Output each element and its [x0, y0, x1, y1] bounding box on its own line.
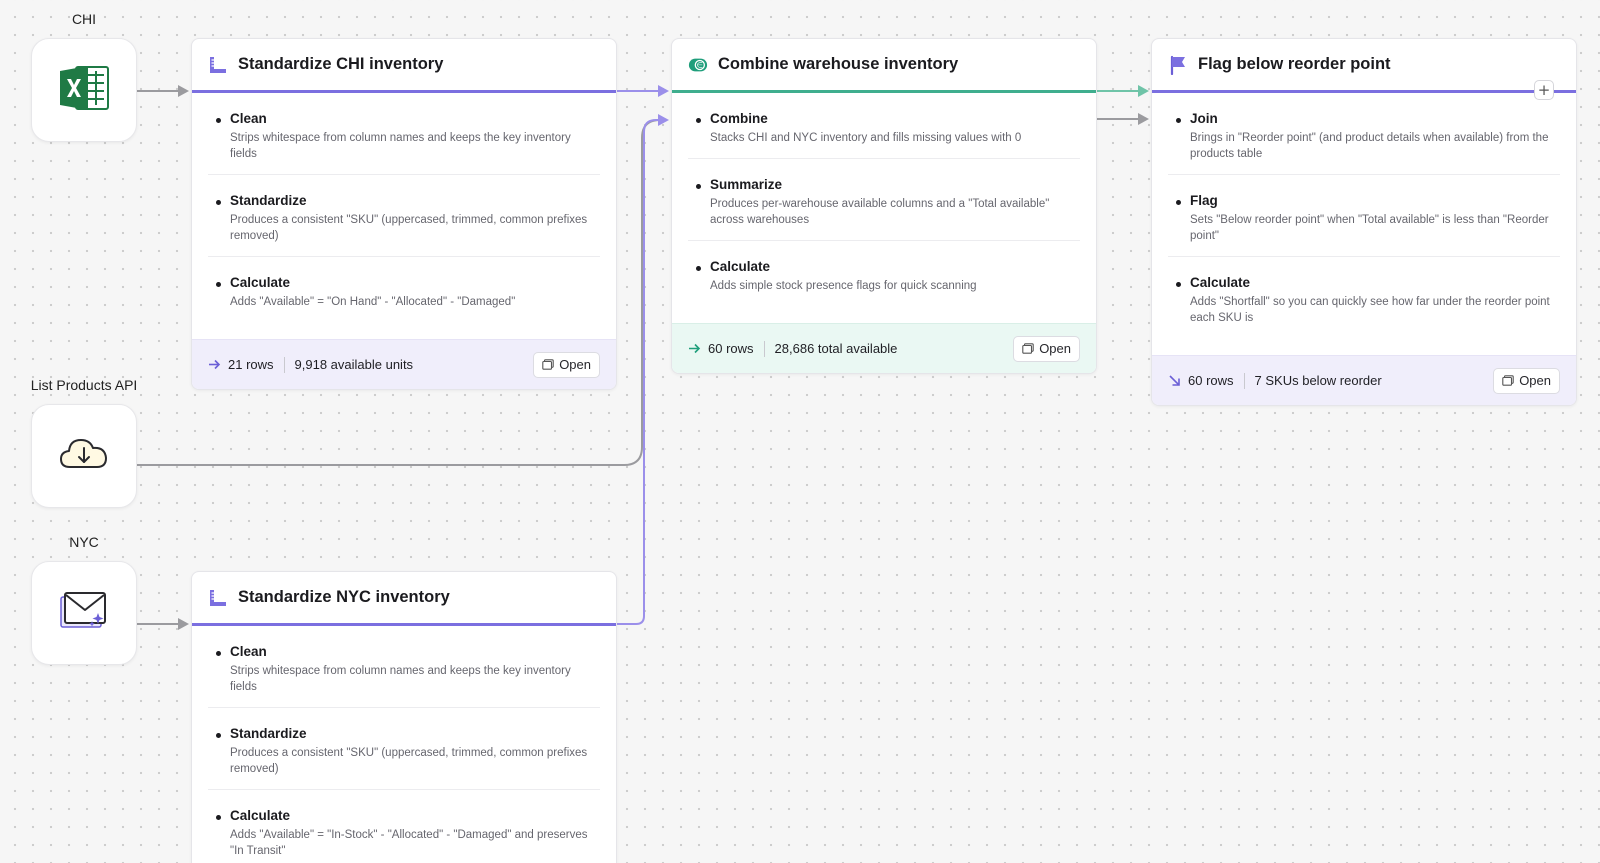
source-tile-api[interactable] — [31, 404, 137, 508]
source-label-chi: CHI — [71, 11, 97, 27]
step-item: Standardize Produces a consistent "SKU" … — [208, 175, 600, 257]
ruler-icon — [208, 588, 228, 608]
card-footer: 60 rows 7 SKUs below reorder Open — [1152, 355, 1576, 405]
connector-arrowhead — [178, 618, 189, 630]
step-title: Flag — [1190, 193, 1218, 208]
step-list: Join Brings in "Reorder point" (and prod… — [1152, 93, 1576, 338]
step-description: Strips whitespace from column names and … — [230, 665, 571, 693]
open-button-label: Open — [559, 357, 591, 372]
card-title: Standardize NYC inventory — [238, 588, 450, 606]
card-footer: 60 rows 28,686 total available Open — [672, 323, 1096, 373]
step-description: Adds simple stock presence flags for qui… — [710, 280, 977, 292]
step-title: Calculate — [230, 275, 291, 290]
open-button[interactable]: Open — [533, 351, 600, 378]
step-title: Standardize — [230, 726, 307, 741]
connector-arrowhead — [658, 114, 669, 126]
step-description: Adds "Available" = "On Hand" - "Allocate… — [230, 296, 516, 308]
step-title: Clean — [230, 644, 267, 659]
step-item: Calculate Adds simple stock presence fla… — [688, 241, 1080, 306]
card-flag-reorder[interactable]: Flag below reorder point Join Brings in … — [1151, 38, 1577, 406]
footer-metric: 9,918 available units — [294, 357, 414, 372]
step-item: Standardize Produces a consistent "SKU" … — [208, 708, 600, 790]
step-description: Strips whitespace from column names and … — [230, 132, 571, 160]
step-item: Join Brings in "Reorder point" (and prod… — [1168, 93, 1560, 175]
step-description: Stacks CHI and NYC inventory and fills m… — [710, 132, 1022, 144]
flag-icon — [1168, 55, 1188, 75]
step-title: Calculate — [230, 808, 291, 823]
svg-text:∈: ∈ — [697, 60, 703, 69]
card-header: Standardize NYC inventory — [192, 572, 616, 626]
card-header: Flag below reorder point — [1152, 39, 1576, 93]
open-button[interactable]: Open — [1493, 367, 1560, 394]
step-item: Clean Strips whitespace from column name… — [208, 626, 600, 708]
step-title: Clean — [230, 111, 267, 126]
step-description: Produces a consistent "SKU" (uppercased,… — [230, 214, 588, 242]
footer-metric: 28,686 total available — [774, 341, 898, 356]
step-title: Summarize — [710, 177, 783, 192]
step-item: Flag Sets "Below reorder point" when "To… — [1168, 175, 1560, 257]
card-footer: 21 rows 9,918 available units Open — [192, 339, 616, 389]
step-title: Combine — [710, 111, 768, 126]
step-description: Adds "Available" = "In-Stock" - "Allocat… — [230, 829, 588, 857]
card-header: Standardize CHI inventory — [192, 39, 616, 93]
card-standardize-chi[interactable]: Standardize CHI inventory Clean Strips w… — [191, 38, 617, 390]
source-label-nyc: NYC — [69, 534, 99, 550]
step-list: Combine Stacks CHI and NYC inventory and… — [672, 93, 1096, 306]
step-description: Adds "Shortfall" so you can quickly see … — [1190, 296, 1550, 324]
footer-metric: 7 SKUs below reorder — [1254, 373, 1382, 388]
cloud-download-icon — [59, 434, 109, 479]
step-item: Clean Strips whitespace from column name… — [208, 93, 600, 175]
open-button-label: Open — [1039, 341, 1071, 356]
arrow-right-icon — [688, 342, 702, 355]
card-title: Flag below reorder point — [1198, 55, 1391, 73]
window-icon — [542, 359, 554, 370]
arrow-right-icon — [208, 358, 222, 371]
card-standardize-nyc[interactable]: Standardize NYC inventory Clean Strips w… — [191, 571, 617, 863]
step-list: Clean Strips whitespace from column name… — [192, 626, 616, 863]
email-sparkle-icon — [58, 591, 110, 636]
excel-icon — [58, 63, 110, 118]
step-item: Calculate Adds "Shortfall" so you can qu… — [1168, 257, 1560, 338]
card-header: ∈ Combine warehouse inventory — [672, 39, 1096, 93]
open-button[interactable]: Open — [1013, 335, 1080, 362]
footer-divider — [283, 356, 285, 373]
step-list: Clean Strips whitespace from column name… — [192, 93, 616, 322]
connector-arrowhead — [178, 85, 189, 97]
open-button-label: Open — [1519, 373, 1551, 388]
source-label-api: List Products API — [30, 377, 138, 393]
step-item: Summarize Produces per-warehouse availab… — [688, 159, 1080, 241]
step-title: Calculate — [710, 259, 771, 274]
connector-nyc-to-combine — [617, 119, 662, 625]
connector-arrowhead — [1138, 113, 1149, 125]
step-title: Calculate — [1190, 275, 1251, 290]
row-count: 60 rows — [1188, 373, 1234, 388]
source-tile-nyc[interactable] — [31, 561, 137, 665]
step-description: Brings in "Reorder point" (and product d… — [1190, 132, 1549, 160]
add-step-button[interactable]: + — [1534, 80, 1554, 100]
row-count: 60 rows — [708, 341, 754, 356]
step-title: Join — [1190, 111, 1218, 126]
card-combine-inventory[interactable]: ∈ Combine warehouse inventory Combine St… — [671, 38, 1097, 374]
step-item: Calculate Adds "Available" = "In-Stock" … — [208, 790, 600, 863]
arrow-down-right-icon — [1168, 374, 1182, 387]
step-item: Combine Stacks CHI and NYC inventory and… — [688, 93, 1080, 159]
connector-arrowhead — [1138, 85, 1149, 97]
card-title: Standardize CHI inventory — [238, 55, 444, 73]
window-icon — [1022, 343, 1034, 354]
window-icon — [1502, 375, 1514, 386]
step-item: Calculate Adds "Available" = "On Hand" -… — [208, 257, 600, 322]
connector-arrowhead — [658, 85, 669, 97]
step-description: Produces per-warehouse available columns… — [710, 198, 1050, 226]
source-tile-chi[interactable] — [31, 38, 137, 142]
step-description: Produces a consistent "SKU" (uppercased,… — [230, 747, 588, 775]
ruler-icon — [208, 55, 228, 75]
footer-divider — [763, 340, 765, 357]
card-title: Combine warehouse inventory — [718, 55, 959, 73]
combine-icon: ∈ — [688, 55, 708, 75]
row-count: 21 rows — [228, 357, 274, 372]
step-description: Sets "Below reorder point" when "Total a… — [1190, 214, 1549, 242]
footer-divider — [1243, 372, 1245, 389]
step-title: Standardize — [230, 193, 307, 208]
